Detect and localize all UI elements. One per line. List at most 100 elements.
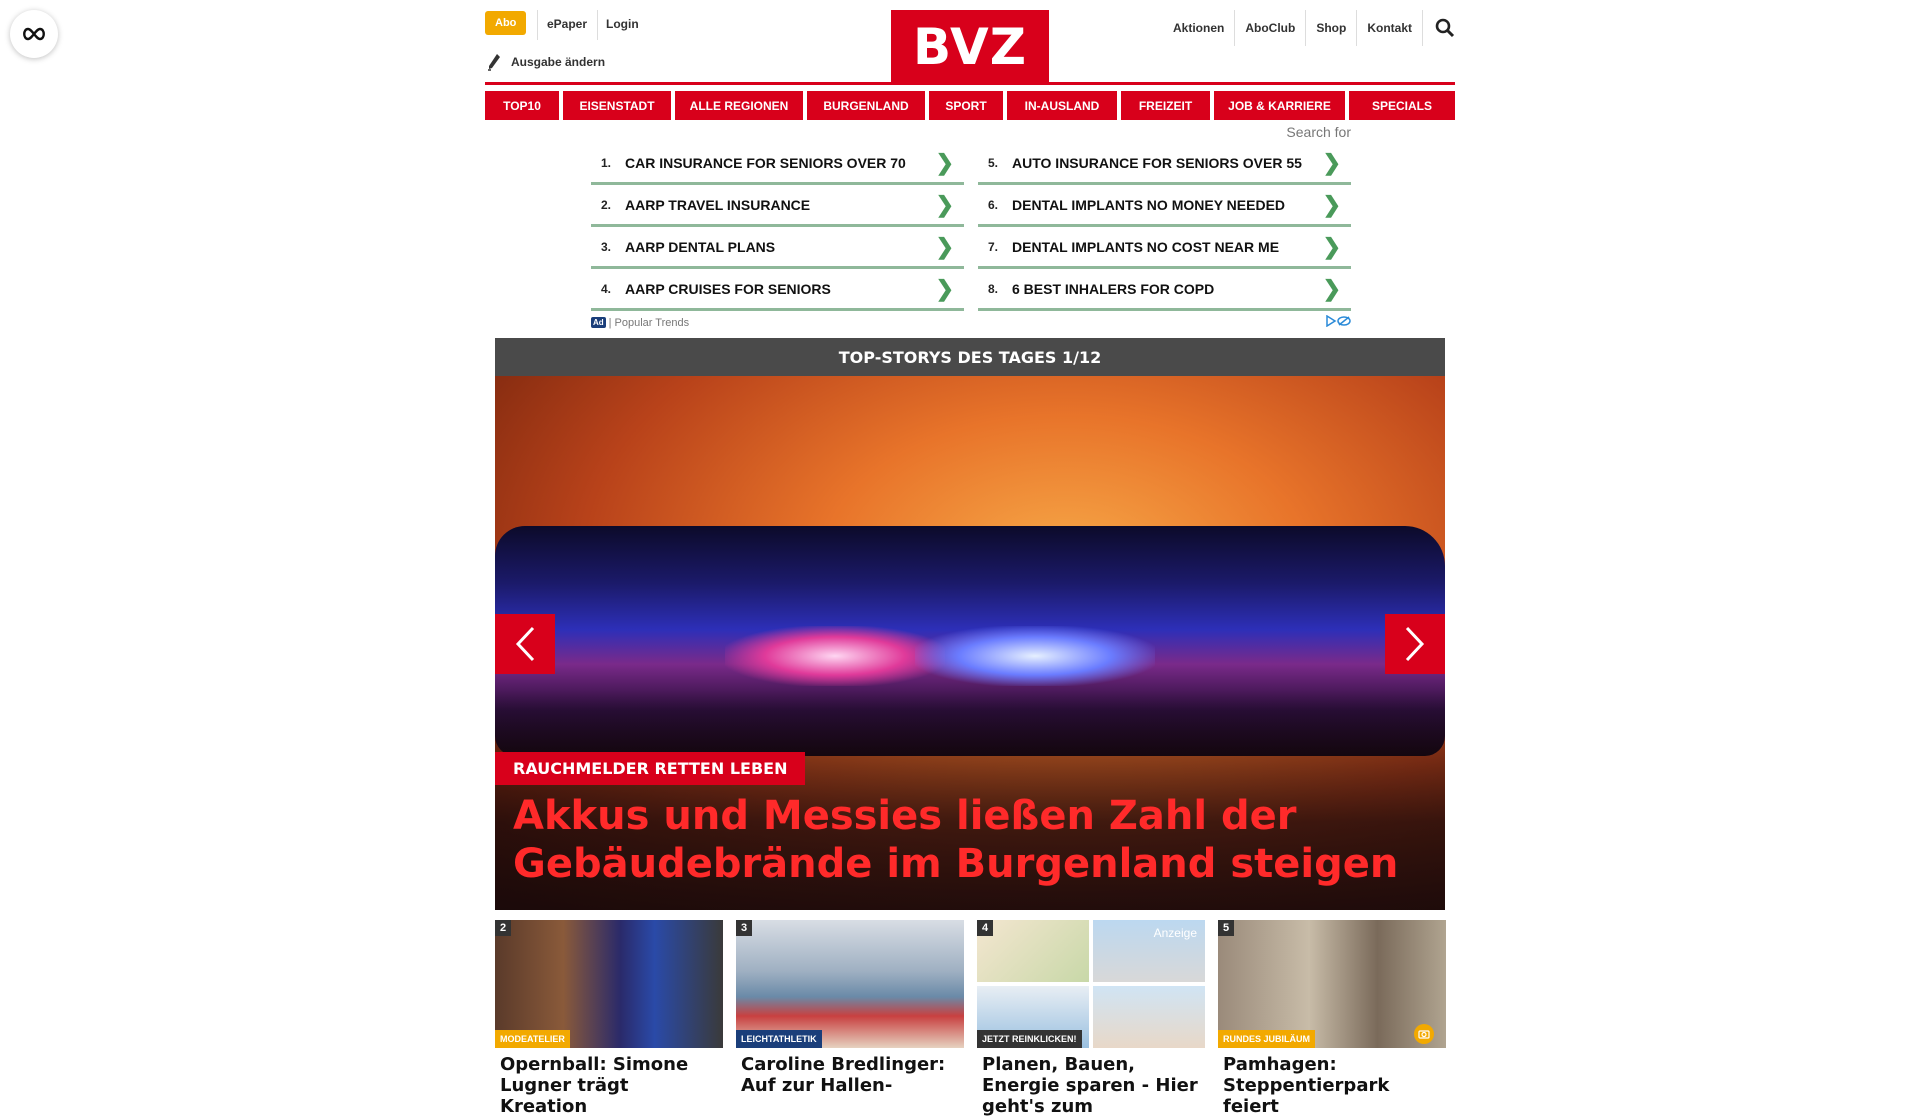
- chevron-right-icon: ❯: [1322, 233, 1341, 259]
- story-rank: 2: [495, 920, 512, 936]
- ad-number: 2.: [601, 197, 612, 212]
- story-card[interactable]: 3 LEICHTATHLETIK Caroline Bredlinger: Au…: [736, 920, 964, 1117]
- story-tag: RUNDES JUBILÄUM: [1218, 1030, 1316, 1048]
- epaper-link[interactable]: ePaper: [547, 17, 587, 31]
- search-icon: [1435, 18, 1455, 38]
- story-title: Pamhagen: Steppentierpark feiert: [1223, 1054, 1390, 1117]
- ad-text: AARP DENTAL PLANS: [625, 238, 776, 255]
- story-thumbnail: 4 Anzeige JETZT REINKLICKEN!: [977, 920, 1205, 1048]
- story-card[interactable]: 4 Anzeige JETZT REINKLICKEN! Planen, Bau…: [977, 920, 1205, 1117]
- chevron-left-icon: [515, 626, 535, 662]
- nav-freizeit[interactable]: FREIZEIT: [1121, 91, 1210, 120]
- nav-eisenstadt[interactable]: EISENSTADT: [563, 91, 671, 120]
- story-rank: 3: [736, 920, 753, 936]
- ad-search-for-label: Search for: [1286, 124, 1351, 140]
- ad-link[interactable]: 3. AARP DENTAL PLANS ❯: [591, 227, 964, 269]
- chevron-right-icon: ❯: [935, 149, 954, 175]
- ad-link[interactable]: 2. AARP TRAVEL INSURANCE ❯: [591, 185, 964, 227]
- aboclub-link[interactable]: AboClub: [1235, 10, 1307, 46]
- nav-specials[interactable]: SPECIALS: [1349, 91, 1455, 120]
- hero-headline[interactable]: Akkus und Messies ließen Zahl der Gebäud…: [513, 792, 1413, 888]
- story-title: Caroline Bredlinger: Auf zur Hallen-: [741, 1054, 946, 1096]
- main-nav: TOP10 EISENSTADT ALLE REGIONEN BURGENLAN…: [485, 91, 1455, 120]
- nav-alle-regionen[interactable]: ALLE REGIONEN: [675, 91, 803, 120]
- hero-image-glow: [725, 626, 945, 686]
- chevron-right-icon: ❯: [1322, 191, 1341, 217]
- nav-in-ausland[interactable]: IN-AUSLAND: [1007, 91, 1117, 120]
- change-edition-label: Ausgabe ändern: [511, 55, 606, 69]
- chevron-right-icon: ❯: [1322, 275, 1341, 301]
- ad-number: 8.: [988, 281, 999, 296]
- story-tag: MODEATELIER: [495, 1030, 570, 1048]
- ad-number: 1.: [601, 155, 612, 170]
- ad-text: AARP TRAVEL INSURANCE: [625, 196, 811, 213]
- story-thumbnail: 2 MODEATELIER: [495, 920, 723, 1048]
- ad-text: 6 BEST INHALERS FOR COPD: [1012, 280, 1215, 297]
- login-link[interactable]: Login: [606, 17, 639, 31]
- ad-link[interactable]: 5. AUTO INSURANCE FOR SENIORS OVER 55 ❯: [978, 143, 1351, 185]
- ad-column-left: 1. CAR INSURANCE FOR SENIORS OVER 70 ❯ 2. A…: [591, 143, 964, 311]
- ad-footer-label: |: [608, 316, 612, 329]
- ad-text: AARP CRUISES FOR SENIORS: [625, 280, 831, 297]
- ad-number: 6.: [988, 197, 999, 212]
- hero-image-glow: [915, 626, 1155, 686]
- camera-icon: [1414, 1024, 1434, 1044]
- shop-link[interactable]: Shop: [1306, 10, 1358, 46]
- slider-prev-button[interactable]: [495, 614, 555, 674]
- hero-slider[interactable]: RAUCHMELDER RETTEN LEBEN Akkus und Messi…: [495, 376, 1445, 910]
- ad-text: DENTAL IMPLANTS NO COST NEAR ME: [1012, 238, 1280, 255]
- story-cards: 2 MODEATELIER Opernball: Simone Lugner t…: [495, 920, 1446, 1117]
- service-nav: Aktionen AboClub Shop Kontakt: [1163, 10, 1455, 46]
- story-tag: LEICHTATHLETIK: [736, 1030, 822, 1048]
- story-rank: 5: [1218, 920, 1235, 936]
- ad-number: 5.: [988, 155, 999, 170]
- ad-number: 4.: [601, 281, 612, 296]
- story-thumbnail: 5 RUNDES JUBILÄUM: [1218, 920, 1446, 1048]
- story-thumbnail: 3 LEICHTATHLETIK: [736, 920, 964, 1048]
- chevron-right-icon: ❯: [935, 275, 954, 301]
- reader-mode-button[interactable]: [10, 10, 58, 58]
- nav-burgenland[interactable]: BURGENLAND: [807, 91, 925, 120]
- ad-link[interactable]: 7. DENTAL IMPLANTS NO COST NEAR ME ❯: [978, 227, 1351, 269]
- story-title: Opernball: Simone Lugner trägt Kreation: [500, 1054, 689, 1117]
- chevron-right-icon: ❯: [1322, 149, 1341, 175]
- change-edition-link[interactable]: Ausgabe ändern: [487, 53, 605, 71]
- divider: [537, 10, 538, 40]
- ad-link[interactable]: 4. AARP CRUISES FOR SENIORS ❯: [591, 269, 964, 311]
- aktionen-link[interactable]: Aktionen: [1163, 10, 1236, 46]
- ad-text: DENTAL IMPLANTS NO MONEY NEEDED: [1012, 196, 1286, 213]
- kontakt-link[interactable]: Kontakt: [1357, 10, 1423, 46]
- slider-next-button[interactable]: [1385, 614, 1445, 674]
- bvz-logo[interactable]: BVZ: [891, 10, 1049, 84]
- story-card[interactable]: 5 RUNDES JUBILÄUM Pamhagen: Steppentierp…: [1218, 920, 1446, 1117]
- nav-job-karriere[interactable]: JOB & KARRIERE: [1214, 91, 1345, 120]
- ad-footer-text: Popular Trends: [614, 316, 690, 329]
- header-divider: [485, 82, 1455, 85]
- ad-link[interactable]: 1. CAR INSURANCE FOR SENIORS OVER 70 ❯: [591, 143, 964, 185]
- divider: [597, 10, 598, 40]
- chevron-right-icon: ❯: [935, 233, 954, 259]
- ad-link[interactable]: 6. DENTAL IMPLANTS NO MONEY NEEDED ❯: [978, 185, 1351, 227]
- ad-text: CAR INSURANCE FOR SENIORS OVER 70: [625, 154, 906, 171]
- story-title: Planen, Bauen, Energie sparen - Hier geh…: [982, 1054, 1198, 1117]
- nav-top10[interactable]: TOP10: [485, 91, 559, 120]
- story-card[interactable]: 2 MODEATELIER Opernball: Simone Lugner t…: [495, 920, 723, 1117]
- chevron-right-icon: [1405, 626, 1425, 662]
- adchoices-icon[interactable]: [1325, 314, 1351, 330]
- ad-link[interactable]: 8. 6 BEST INHALERS FOR COPD ❯: [978, 269, 1351, 311]
- story-tag: JETZT REINKLICKEN!: [977, 1030, 1082, 1048]
- site-header: Abo ePaper Login Ausgabe ändern BVZ Akti…: [485, 0, 1455, 84]
- ad-text: AUTO INSURANCE FOR SENIORS OVER 55: [1012, 154, 1302, 171]
- search-button[interactable]: [1423, 10, 1455, 46]
- sponsored-links: 1. CAR INSURANCE FOR SENIORS OVER 70 ❯ 2. A…: [591, 143, 1351, 330]
- ad-column-right: 5. AUTO INSURANCE FOR SENIORS OVER 55 ❯ 6.…: [978, 143, 1351, 311]
- infinity-icon: [23, 27, 45, 41]
- top-stories-header: TOP-STORYS DES TAGES 1/12: [495, 338, 1445, 376]
- hero-kicker: RAUCHMELDER RETTEN LEBEN: [495, 752, 806, 785]
- ad-number: 3.: [601, 239, 612, 254]
- pen-icon: [488, 54, 500, 71]
- abo-button[interactable]: Abo: [485, 11, 527, 35]
- ad-footer: Ad | Popular Trends: [591, 314, 1351, 330]
- story-rank: 4: [977, 920, 994, 936]
- nav-sport[interactable]: SPORT: [929, 91, 1003, 120]
